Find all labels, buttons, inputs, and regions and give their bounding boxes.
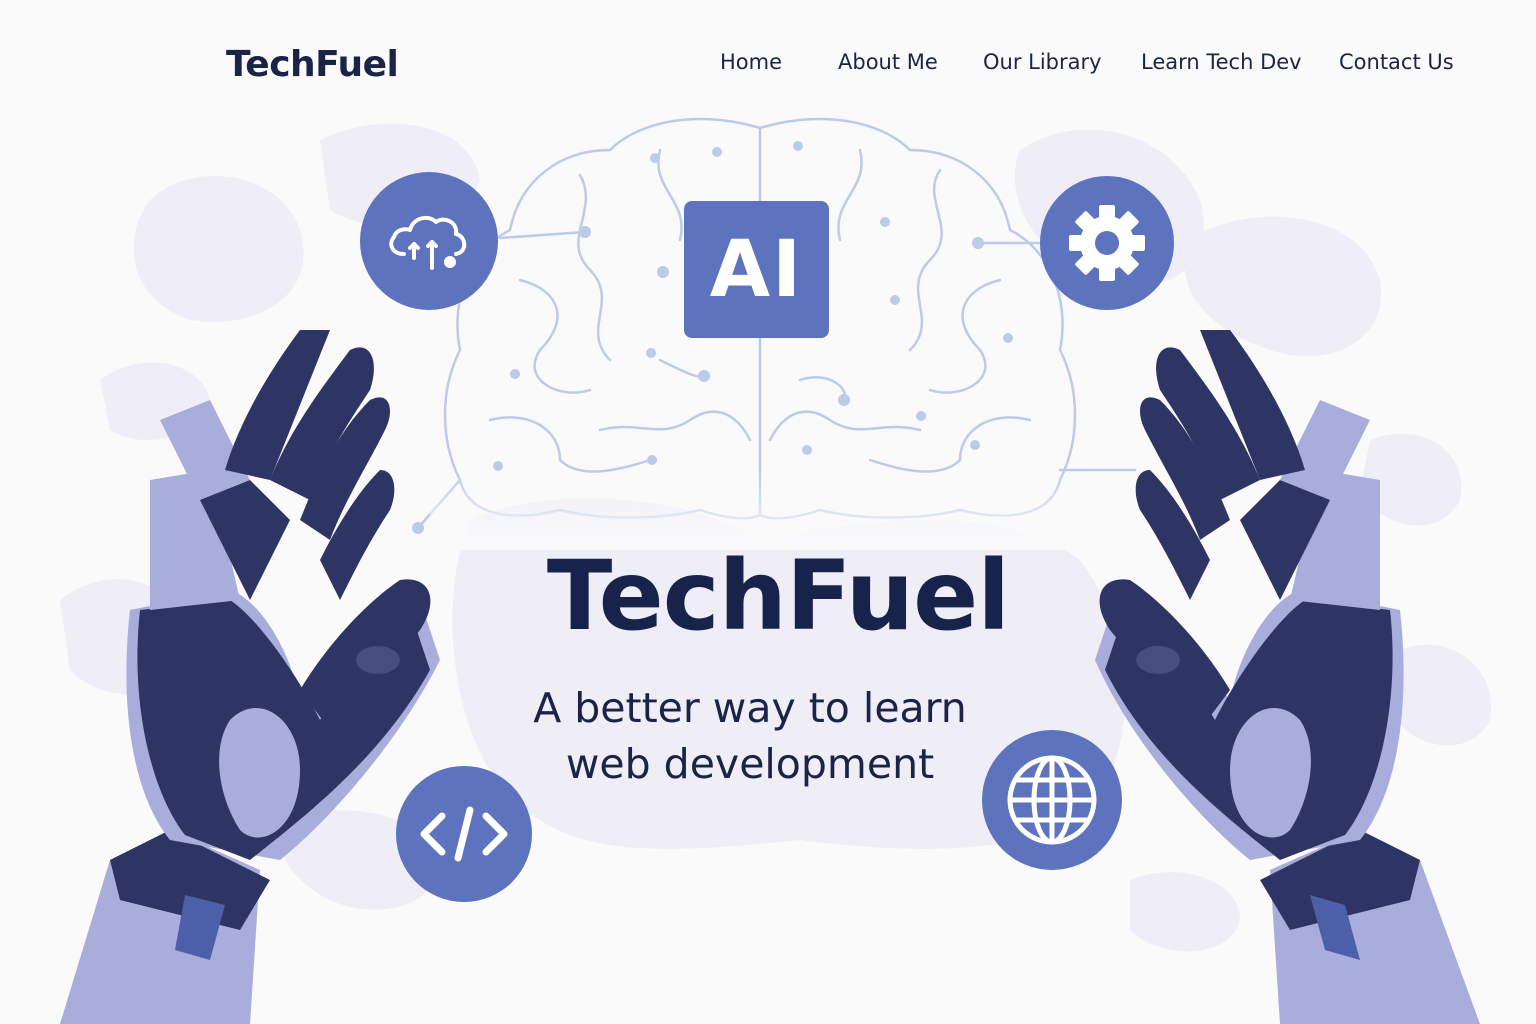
gear-icon bbox=[1040, 176, 1174, 310]
hero-subtitle: A better way to learn web development bbox=[520, 680, 980, 792]
cloud-network-icon bbox=[360, 172, 498, 310]
hero-title: TechFuel bbox=[546, 540, 1010, 652]
ai-badge: AI bbox=[684, 201, 829, 338]
hero-subtitle-line-2: web development bbox=[565, 740, 935, 788]
main-nav: Home About Me Our Library Learn Tech Dev… bbox=[0, 50, 1536, 84]
landing-page: TechFuel Home About Me Our Library Learn… bbox=[0, 0, 1536, 1024]
hero-illustration bbox=[60, 117, 1492, 1024]
site-header: TechFuel Home About Me Our Library Learn… bbox=[0, 0, 1536, 120]
nav-our-library[interactable]: Our Library bbox=[983, 50, 1102, 74]
nav-learn-tech-dev[interactable]: Learn Tech Dev bbox=[1141, 50, 1302, 74]
nav-home[interactable]: Home bbox=[720, 50, 782, 74]
hero-subtitle-line-1: A better way to learn bbox=[533, 684, 967, 732]
nav-contact-us[interactable]: Contact Us bbox=[1339, 50, 1454, 74]
code-icon bbox=[396, 766, 532, 902]
nav-about-me[interactable]: About Me bbox=[838, 50, 938, 74]
globe-icon bbox=[982, 730, 1122, 870]
